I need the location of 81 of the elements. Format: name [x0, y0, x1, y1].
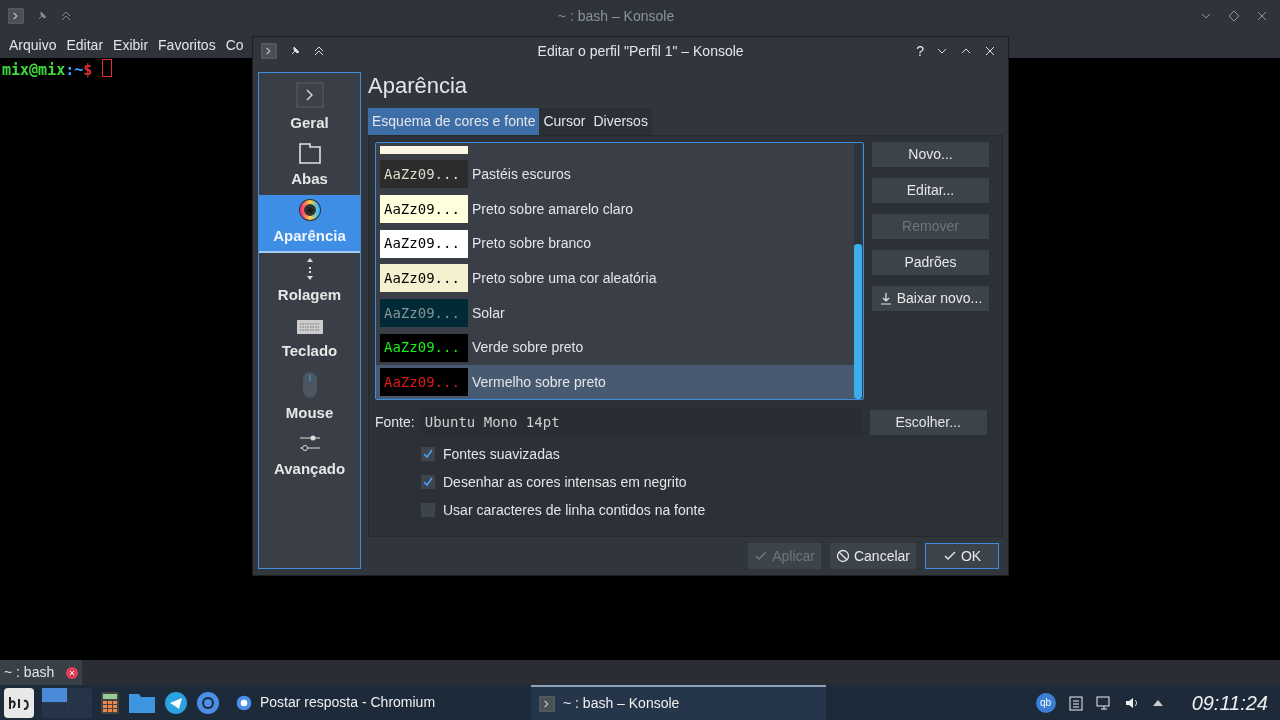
preview-text: AaZz09... — [384, 164, 460, 184]
task-button[interactable]: Postar resposta - Chromium — [228, 685, 523, 720]
cancel-icon — [835, 549, 850, 563]
task-button[interactable]: ~ : bash – Konsole — [531, 685, 826, 720]
scheme-button[interactable]: Novo... — [872, 142, 989, 167]
menu-item[interactable]: Exibir — [112, 34, 150, 56]
choose-button[interactable]: Escolher... — [869, 409, 987, 435]
prompt-text: mix@mix:~$ — [2, 60, 93, 81]
help-button[interactable]: ? — [916, 40, 924, 62]
preview-text: AaZz09... — [384, 338, 460, 358]
workspace-pager[interactable] — [42, 687, 92, 718]
maximize-icon[interactable] — [1228, 10, 1240, 22]
preview-text: AaZz09... — [384, 199, 460, 219]
preview-text: AaZz09... — [384, 234, 460, 254]
menu-item[interactable]: Arquivo — [8, 34, 58, 56]
sidebar-item[interactable]: Mouse — [259, 369, 360, 427]
checkbox[interactable] — [421, 475, 435, 489]
checkbox-label: Usar caracteres de linha contidos na fonte — [443, 500, 706, 520]
tab[interactable]: Esquema de cores e fonte — [368, 108, 540, 135]
window-icon — [297, 141, 322, 166]
sidebar-item[interactable]: Avançado — [259, 427, 360, 485]
field-label: Fonte: — [375, 412, 415, 432]
scheme-name: Solar — [472, 303, 505, 323]
calculator-icon[interactable] — [100, 690, 120, 715]
checkbox-label: Desenhar as cores intensas em negrito — [443, 472, 687, 492]
tray-badge[interactable]: qb — [1035, 692, 1056, 713]
sidebar-item[interactable]: Teclado — [259, 311, 360, 369]
preview-text: AaZz09... — [384, 303, 460, 323]
page-heading: Aparência — [368, 72, 469, 100]
scheme-button[interactable]: Editar... — [872, 178, 989, 203]
scrollbar[interactable] — [854, 143, 862, 399]
scheme-row[interactable]: AaZz09... Preto sobre branco — [376, 226, 854, 262]
tab[interactable]: Diversos — [589, 108, 652, 135]
terminal-tab[interactable]: ~ : bash — [0, 660, 83, 685]
scheme-row[interactable]: AaZz09... Vermelho sobre preto — [376, 365, 854, 399]
menu-item[interactable]: Co — [224, 34, 245, 56]
scheme-row[interactable]: AaZz09... Verde sobre preto — [376, 330, 854, 366]
scheme-row[interactable]: AaZz09... Preto sobre amarelo claro — [376, 191, 854, 227]
scheme-name: Verde sobre preto — [472, 338, 584, 358]
scheme-name: Preto sobre uma cor aleatória — [472, 268, 657, 288]
sidebar-item[interactable]: Rolagem — [259, 253, 360, 311]
scheme-row[interactable]: AaZz09... Pastéis escuros — [376, 157, 854, 192]
check-icon — [423, 477, 433, 487]
dialog-button[interactable]: Cancelar — [829, 543, 916, 569]
check-icon — [423, 449, 433, 459]
dialog-title: Editar o perfil "Perfil 1" – Konsole — [537, 41, 744, 61]
scheme-row[interactable]: AaZz09... Solar — [376, 295, 854, 331]
scheme-button[interactable]: Baixar novo... — [872, 286, 989, 311]
preview-text: AaZz09... — [384, 268, 460, 288]
scheme-name: Vermelho sobre preto — [472, 372, 606, 392]
terminal-icon — [539, 695, 555, 712]
clock[interactable]: 09:11:24 — [1175, 687, 1276, 718]
close-icon[interactable] — [66, 666, 79, 679]
scheme-row[interactable]: AaZz09... Preto sobre uma cor aleatória — [376, 261, 854, 296]
terminal-icon — [8, 8, 24, 24]
tab[interactable]: Cursor — [539, 108, 590, 135]
window-title: ~ : bash – Konsole — [557, 6, 675, 26]
launcher-button[interactable] — [4, 687, 34, 718]
scheme-name: Preto sobre amarelo claro — [472, 199, 634, 219]
sidebar-item[interactable]: Geral — [259, 79, 360, 137]
paper-plane-icon[interactable] — [164, 690, 188, 715]
scheme-name: Pastéis escuros — [472, 164, 571, 184]
scheme-name: Preto sobre branco — [472, 234, 592, 254]
scheme-button[interactable]: Padrões — [872, 250, 989, 275]
browser-icon — [236, 694, 252, 711]
network-icon[interactable] — [1095, 694, 1112, 711]
checkbox[interactable] — [421, 447, 435, 461]
preview-text: AaZz09... — [384, 372, 460, 392]
text-cursor — [102, 59, 113, 77]
terminal-icon — [261, 43, 277, 59]
checkbox-label: Fontes suavizadas — [443, 444, 560, 464]
menu-item[interactable]: Editar — [65, 34, 105, 56]
terminal-icon — [295, 81, 324, 110]
menu-item[interactable]: Favoritos — [157, 34, 217, 56]
pin-icon[interactable] — [289, 45, 301, 57]
color-wheel-icon — [297, 198, 322, 223]
clipboard-icon[interactable] — [1067, 694, 1084, 711]
dialog-button[interactable]: OK — [925, 543, 999, 569]
download-icon — [878, 291, 893, 306]
sidebar-item[interactable]: Abas — [259, 137, 360, 195]
browser-icon[interactable] — [196, 690, 220, 715]
